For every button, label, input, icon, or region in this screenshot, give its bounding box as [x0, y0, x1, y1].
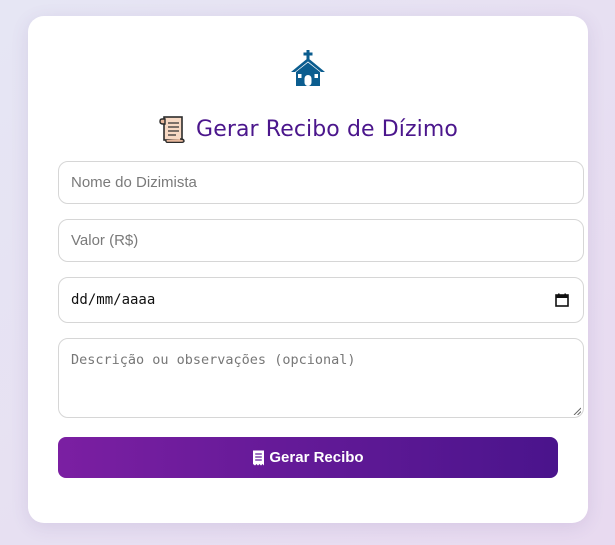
- page-title: Gerar Recibo de Dízimo: [28, 112, 588, 146]
- description-placeholder: Descrição ou observações (opcional): [71, 352, 356, 368]
- resize-grip-icon[interactable]: [573, 407, 581, 415]
- date-input[interactable]: dd/mm/aaaa: [58, 277, 584, 323]
- generate-receipt-button[interactable]: Gerar Recibo: [58, 437, 558, 478]
- name-input[interactable]: Nome do Dizimista: [58, 161, 584, 204]
- generate-receipt-label: Gerar Recibo: [269, 449, 364, 466]
- church-icon: [291, 50, 325, 86]
- description-textarea[interactable]: Descrição ou observações (opcional): [58, 338, 584, 418]
- receipt-icon: [253, 450, 265, 465]
- receipt-form-card: Gerar Recibo de Dízimo Nome do Dizimista…: [28, 16, 588, 523]
- name-placeholder: Nome do Dizimista: [71, 174, 197, 191]
- value-input[interactable]: Valor (R$): [58, 219, 584, 262]
- scroll-icon: [159, 116, 185, 143]
- date-placeholder: dd/mm/aaaa: [71, 292, 156, 308]
- title-text: Gerar Recibo de Dízimo: [196, 116, 458, 142]
- value-placeholder: Valor (R$): [71, 232, 139, 249]
- calendar-icon[interactable]: [555, 293, 569, 307]
